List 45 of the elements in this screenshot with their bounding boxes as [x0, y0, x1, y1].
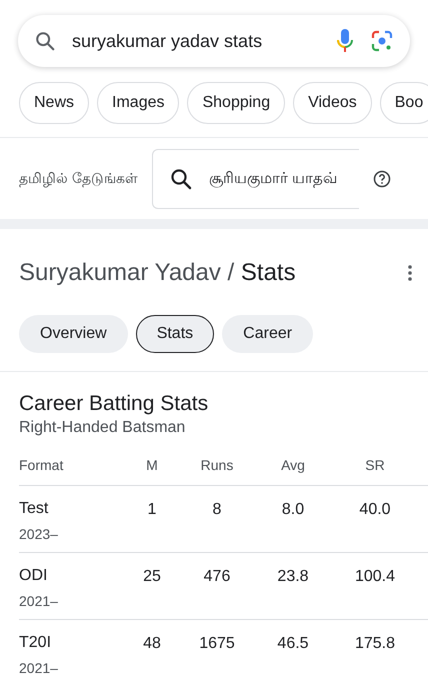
table-cell: 48: [143, 635, 161, 652]
search-query: suryakumar yadav stats: [72, 30, 264, 52]
microphone-icon[interactable]: [336, 28, 354, 54]
table-cell: 8.0: [282, 501, 304, 518]
format-years: 2021–: [19, 660, 59, 676]
search-icon: [168, 167, 193, 191]
more-options-icon[interactable]: [408, 265, 412, 281]
filter-chip[interactable]: Videos: [293, 82, 372, 124]
table-cell: 100.4: [354, 568, 396, 585]
search-field[interactable]: suryakumar yadav stats: [18, 15, 410, 67]
table-cell: 8: [212, 501, 222, 518]
column-header: SR: [365, 457, 385, 473]
format-name: ODI: [19, 567, 48, 585]
translate-label: தமிழில் தேடுங்கள்: [19, 170, 138, 188]
filter-chip[interactable]: Shopping: [187, 82, 286, 124]
column-header: Avg: [281, 457, 305, 473]
tab[interactable]: Career: [222, 315, 314, 353]
table-cell: 1675: [199, 635, 235, 652]
table-cell: 175.8: [354, 635, 396, 652]
column-header: Runs: [200, 457, 234, 473]
format-name: T20I: [19, 634, 52, 652]
format-years: 2021–: [19, 593, 59, 609]
table-cell: 46.5: [277, 635, 309, 652]
section-subtitle: Right-Handed Batsman: [19, 419, 186, 437]
help-icon[interactable]: [372, 170, 391, 188]
filter-chip[interactable]: News: [19, 82, 90, 124]
table-cell: 1: [148, 501, 156, 518]
section-title: Career Batting Stats: [19, 392, 210, 416]
column-header: M: [146, 457, 158, 473]
page-title: Suryakumar Yadav / Stats: [19, 259, 296, 287]
table-cell: 23.8: [277, 568, 309, 585]
table-cell: 40.0: [359, 501, 391, 518]
format-name: Test: [19, 500, 50, 518]
camera-lens-icon[interactable]: [370, 29, 394, 53]
search-icon: [34, 30, 56, 52]
filter-chip[interactable]: Boo: [380, 82, 428, 124]
table-cell: 25: [143, 568, 161, 585]
tab[interactable]: Overview: [19, 315, 128, 353]
format-years: 2023–: [19, 526, 59, 542]
column-header: Format: [19, 457, 64, 473]
translated-query: சூரியகுமார் யாதவ்: [208, 170, 338, 188]
translated-search-field[interactable]: சூரியகுமார் யாதவ்: [152, 149, 359, 209]
tab[interactable]: Stats: [136, 315, 214, 353]
table-cell: 476: [204, 568, 230, 585]
filter-chip[interactable]: Images: [97, 82, 180, 124]
